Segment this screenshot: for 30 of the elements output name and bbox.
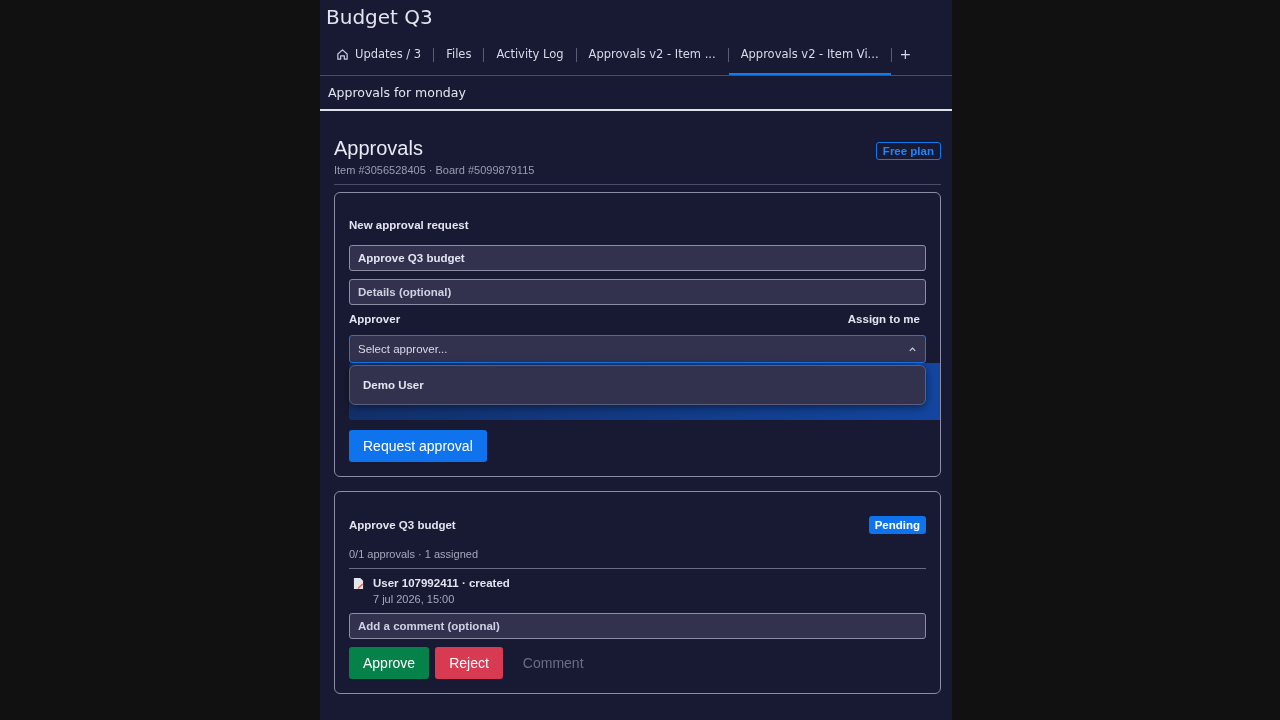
chevron-icon [908,344,917,354]
dropdown-option[interactable]: Demo User [350,366,925,404]
tab[interactable]: Activity Log [484,35,576,75]
approval-summary: 0/1 approvals · 1 assigned [349,548,926,569]
details-field[interactable]: Details (optional) [349,279,926,305]
reject-button[interactable]: Reject [435,647,503,679]
activity-text: User 107992411 · created [373,577,510,589]
tab[interactable]: Updates / 3 [324,35,434,75]
home-icon [336,47,349,61]
assign-link[interactable]: Assign to me [847,313,920,325]
add-tab-button[interactable]: + [891,35,920,75]
section-heading: New approval request [349,219,470,231]
document-icon [353,577,364,590]
approve-button[interactable]: Approve [349,647,430,679]
approver-label: Approver [349,313,401,325]
view-title: Approvals for monday [320,76,952,111]
tab[interactable]: Approvals v2 - Item ... [576,35,728,75]
page-title: Approvals [334,137,424,160]
title-field[interactable]: Approve Q3 budget [349,245,926,271]
request-approval-button[interactable]: Request approval [349,430,487,462]
approval-title: Approve Q3 budget [349,519,456,531]
plan-badge: Free plan [875,142,941,160]
board-title: Budget Q3 [325,4,434,31]
item-subtitle: Item #3056528405 · Board #5099879115 [334,164,535,176]
tab[interactable]: Files [434,35,484,75]
approver-select[interactable]: Select approver... [349,335,926,363]
tab[interactable]: Approvals v2 - Item Vi... [728,35,891,75]
status-badge: Pending [868,516,926,534]
comment-field[interactable]: Add a comment (optional) [349,613,926,639]
activity-time: 7 jul 2026, 15:00 [373,593,456,605]
